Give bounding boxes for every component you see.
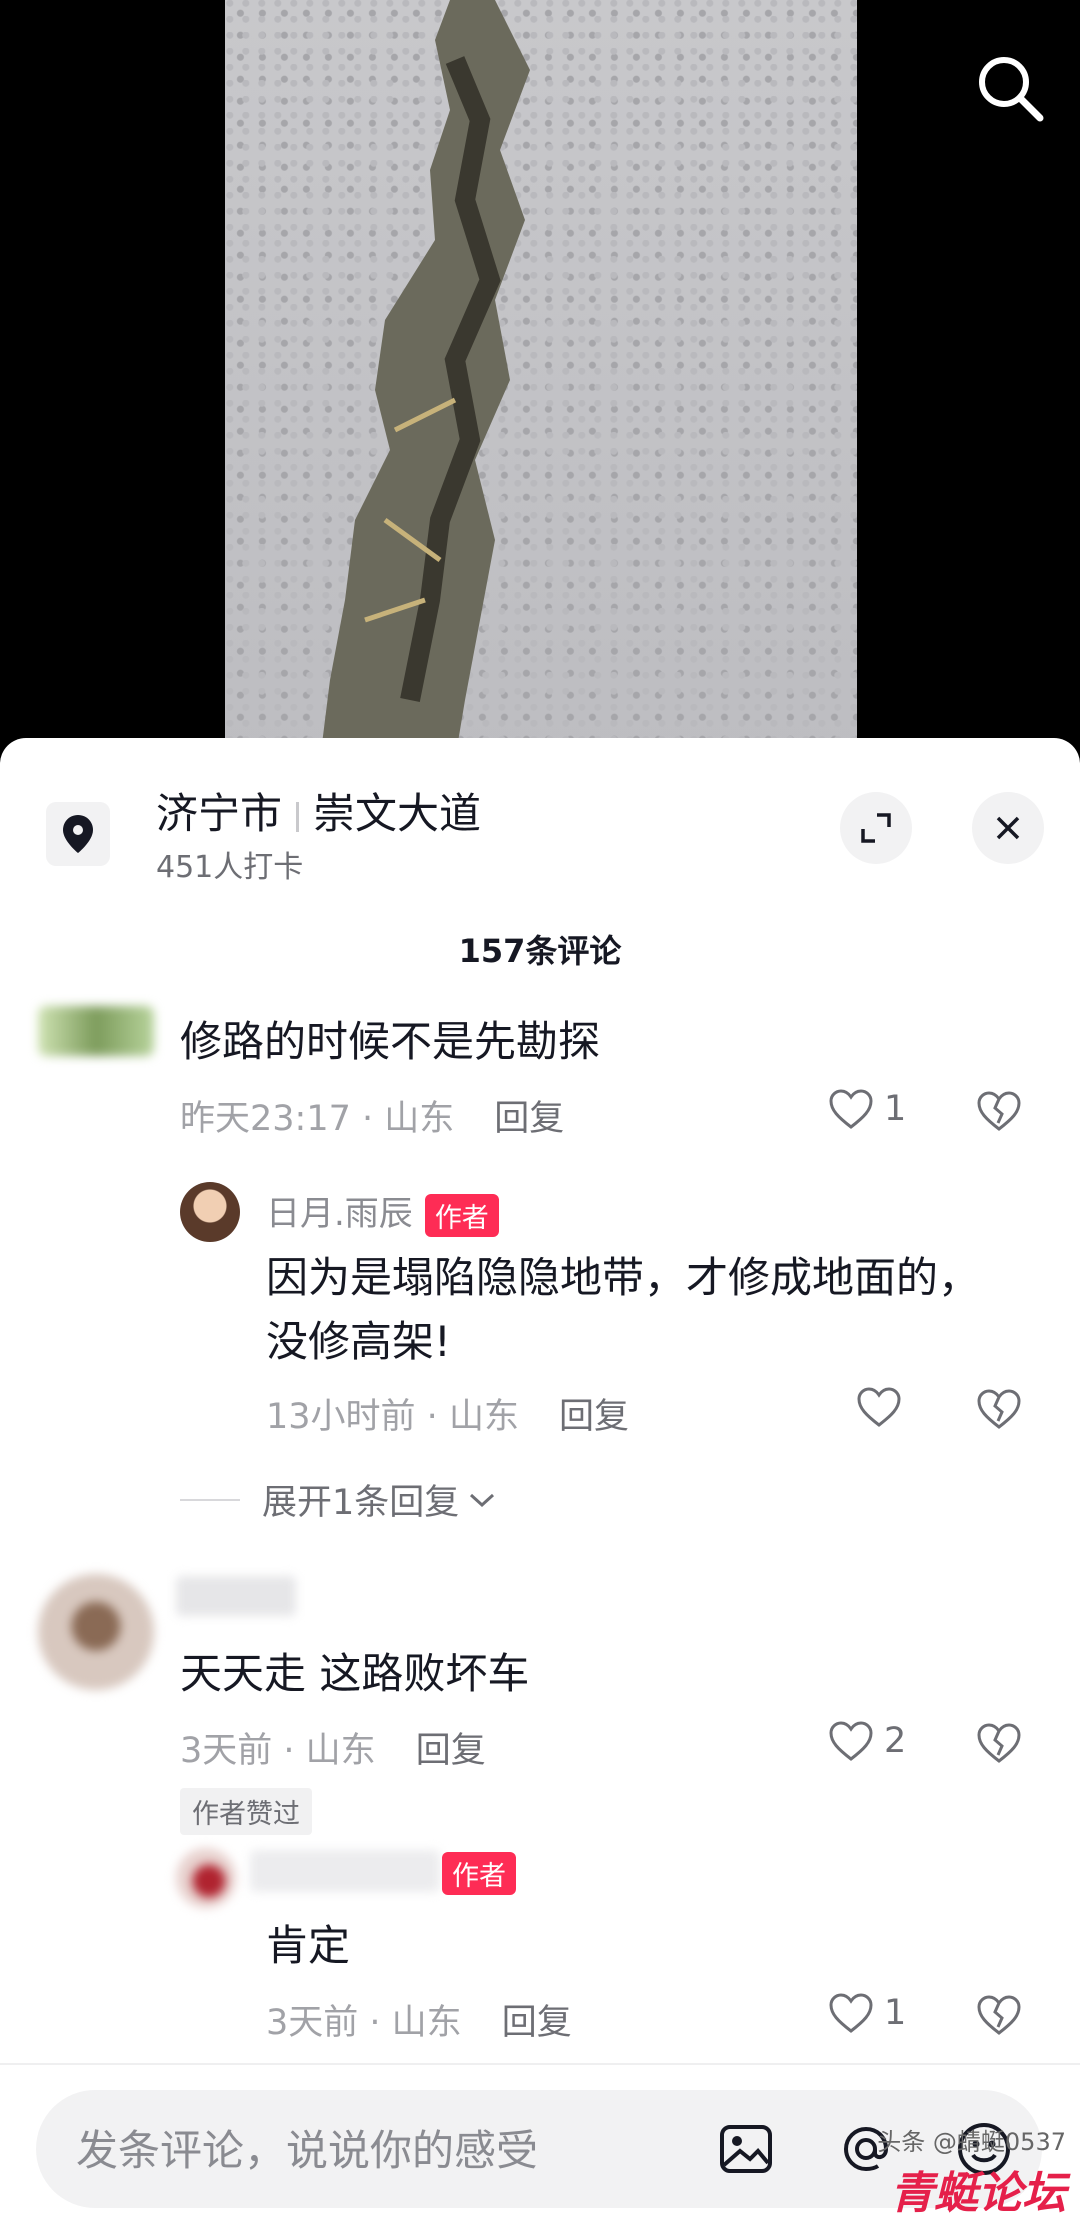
reply-author[interactable]: 日月.雨辰 作者 — [266, 1186, 499, 1237]
search-icon[interactable] — [970, 48, 1050, 128]
reply-time: 3天前 — [266, 2003, 359, 2043]
reply-button[interactable]: 回复 — [416, 1731, 486, 1771]
heart-icon — [829, 1089, 873, 1129]
expand-replies-button[interactable]: 展开1条回复 — [180, 1474, 497, 1525]
reply-button[interactable]: 回复 — [559, 1397, 629, 1437]
avatar[interactable] — [176, 1848, 236, 1908]
video-frame-road — [225, 0, 857, 760]
comment-region: 山东 — [384, 1099, 455, 1139]
chevron-down-icon — [470, 1493, 495, 1507]
reply-author-name: 日月.雨辰 — [266, 1194, 413, 1234]
reply-time: 13小时前 — [266, 1397, 416, 1437]
like-button[interactable]: 2 — [828, 1720, 906, 1762]
comment-time: 昨天23:17 — [180, 1099, 351, 1139]
checkin-count: 451人打卡 — [156, 850, 304, 885]
broken-heart-icon — [977, 1723, 1021, 1763]
reply-text-line-2: 没修高架! — [266, 1317, 451, 1366]
dislike-button[interactable] — [976, 1388, 1022, 1434]
reply-meta: 13小时前 · 山东 回复 — [266, 1397, 629, 1437]
location-road: 崇文大道 — [313, 789, 482, 838]
author-tag: 作者 — [442, 1852, 516, 1895]
username-blurred — [176, 1576, 296, 1616]
location-title[interactable]: 济宁市 崇文大道 — [156, 780, 481, 841]
username-blurred — [250, 1850, 440, 1892]
video-player[interactable] — [0, 0, 1080, 760]
broken-heart-icon — [977, 1091, 1021, 1131]
expand-fullscreen-button[interactable] — [840, 792, 912, 864]
like-button[interactable]: 1 — [828, 1992, 906, 2034]
like-button[interactable]: 1 — [828, 1088, 906, 1130]
comment-text: 修路的时候不是先勘探 — [180, 1017, 601, 1066]
avatar[interactable] — [180, 1182, 240, 1242]
close-icon — [996, 816, 1020, 840]
reply-author: 作者 — [430, 1852, 516, 1895]
expand-icon — [861, 813, 891, 843]
reply-text: 肯定 — [266, 1921, 351, 1970]
watermark-logo: 青蜓论坛 — [890, 2168, 1066, 2219]
comment-text: 天天走 这路败坏车 — [180, 1649, 530, 1698]
avatar[interactable] — [38, 1574, 154, 1690]
broken-heart-icon — [977, 1995, 1021, 2035]
like-count: 1 — [884, 1089, 907, 1129]
heart-icon — [829, 1993, 873, 2033]
watermark-source: 头条 @蜻蜓0537 — [877, 2128, 1066, 2156]
location-pin-icon[interactable] — [46, 802, 110, 866]
comment-region: 山东 — [305, 1731, 376, 1771]
like-count: 1 — [884, 1993, 907, 2033]
input-divider — [0, 2063, 1080, 2065]
reply-region: 山东 — [391, 2003, 462, 2043]
reply-meta: 3天前 · 山东 回复 — [266, 2003, 572, 2043]
comment-count: 157条评论 — [458, 932, 622, 970]
like-button[interactable] — [856, 1386, 912, 1428]
expand-replies-label: 展开1条回复 — [262, 1483, 460, 1523]
location-divider — [296, 801, 300, 832]
comment-input[interactable] — [74, 2090, 698, 2210]
reply-button[interactable]: 回复 — [502, 2003, 572, 2043]
broken-heart-icon — [977, 1389, 1021, 1429]
author-tag: 作者 — [424, 1194, 499, 1237]
dislike-button[interactable] — [976, 1994, 1022, 2040]
location-city: 济宁市 — [156, 789, 283, 838]
heart-icon — [857, 1387, 901, 1427]
heart-icon — [829, 1721, 873, 1761]
avatar[interactable] — [38, 1006, 154, 1056]
like-count: 2 — [884, 1721, 907, 1761]
road-crack-image — [320, 0, 530, 760]
author-liked-badge: 作者赞过 — [180, 1788, 312, 1835]
close-button[interactable] — [972, 792, 1044, 864]
expand-divider — [180, 1498, 240, 1501]
comment-meta: 3天前 · 山东 回复 — [180, 1731, 486, 1771]
comment-meta: 昨天23:17 · 山东 回复 — [180, 1099, 565, 1139]
dislike-button[interactable] — [976, 1722, 1022, 1768]
watermark: 头条 @蜻蜓0537 青蜓论坛 — [877, 2122, 1066, 2221]
image-icon[interactable] — [716, 2119, 776, 2179]
reply-text-line-1: 因为是塌陷隐隐地带，才修成地面的， — [266, 1253, 981, 1302]
comment-time: 3天前 — [180, 1731, 273, 1771]
dislike-button[interactable] — [976, 1090, 1022, 1136]
comment-sheet: 济宁市 崇文大道 451人打卡 157条评论 修路的时候不是先勘探 昨天23:17… — [0, 738, 1080, 2235]
reply-button[interactable]: 回复 — [494, 1099, 564, 1139]
reply-region: 山东 — [448, 1397, 519, 1437]
